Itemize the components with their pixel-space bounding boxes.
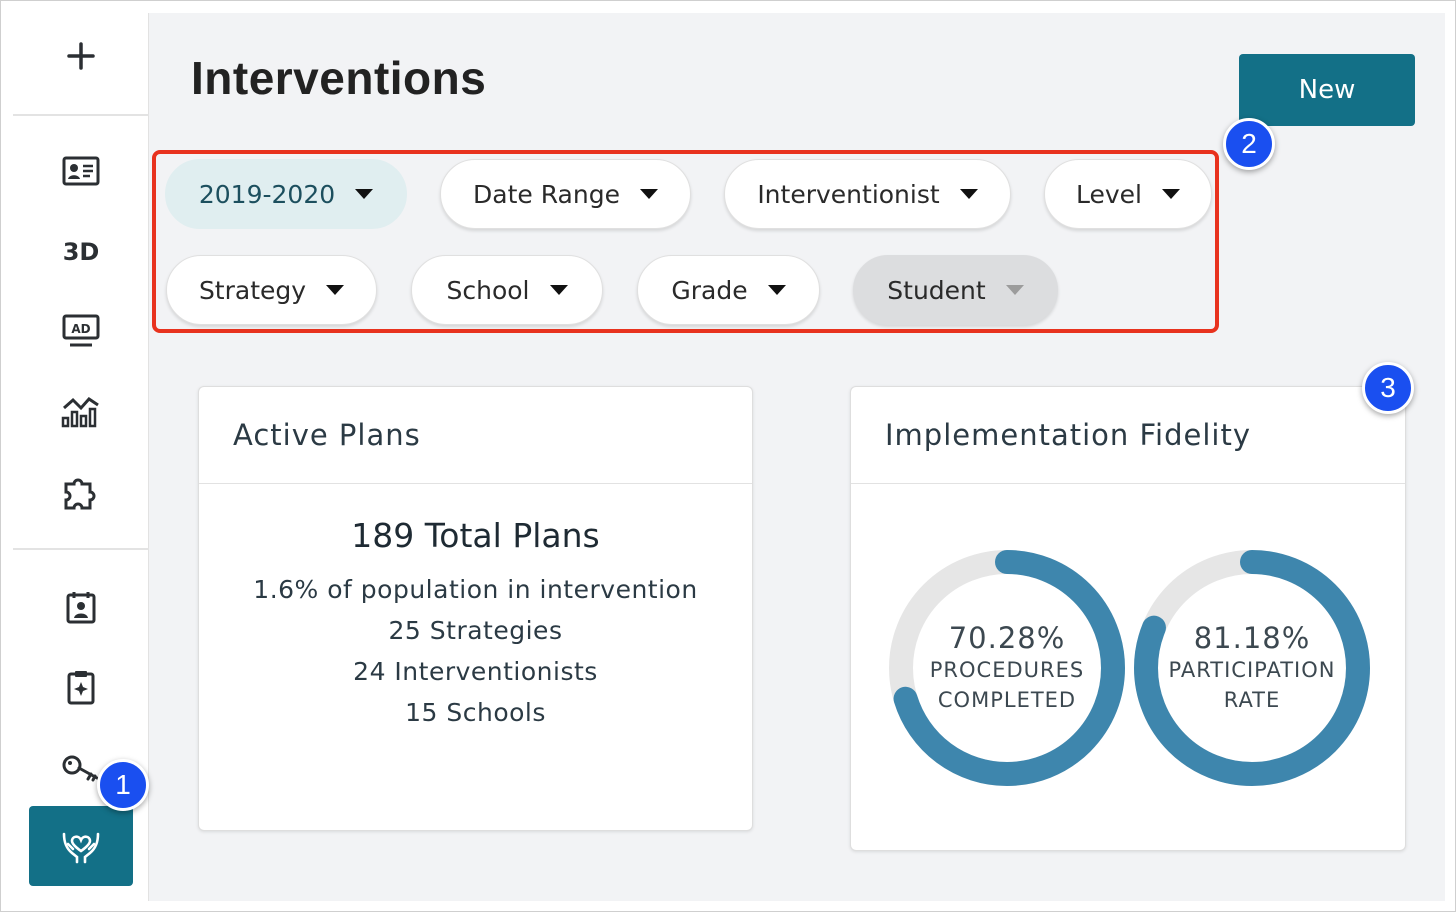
filter-label: Interventionist — [757, 179, 940, 209]
implementation-fidelity-card: Implementation Fidelity 70.28% PROCEDURE… — [850, 386, 1406, 851]
id-card-icon[interactable] — [13, 143, 149, 199]
gauge-percent: 70.28% — [948, 621, 1066, 655]
caret-down-icon — [326, 285, 345, 295]
clipboard-sparkle-icon[interactable] — [13, 659, 149, 715]
gauge-caption: PROCEDURES — [929, 658, 1085, 682]
active-plans-body: 189 Total Plans 1.6% of population in in… — [199, 516, 752, 727]
filter-level[interactable]: Level — [1044, 159, 1212, 229]
filter-label: Date Range — [473, 179, 620, 209]
new-button[interactable]: New — [1239, 54, 1415, 126]
plus-icon[interactable] — [13, 28, 149, 84]
filter-strategy[interactable]: Strategy — [166, 255, 377, 325]
sidebar-divider — [13, 114, 149, 116]
gauge-label: 81.18% PARTICIPATION RATE — [1132, 548, 1372, 788]
sidebar-3d-label: 3D — [62, 238, 100, 266]
gauge-caption: RATE — [1223, 688, 1281, 712]
gauge-caption: COMPLETED — [937, 688, 1077, 712]
caret-down-icon — [1162, 189, 1180, 199]
page-title: Interventions — [191, 52, 487, 104]
filter-interventionist[interactable]: Interventionist — [724, 159, 1011, 229]
analytics-chart-icon[interactable] — [13, 383, 149, 439]
caret-down-icon — [767, 285, 786, 295]
procedures-gauge: 70.28% PROCEDURES COMPLETED — [887, 548, 1127, 788]
filter-label: Level — [1076, 179, 1142, 209]
gauge-percent: 81.18% — [1193, 621, 1311, 655]
plans-stat: 25 Strategies — [388, 616, 563, 645]
filter-label: School — [446, 275, 530, 305]
filter-label: Student — [887, 275, 986, 305]
filter-school[interactable]: School — [411, 255, 603, 325]
caret-down-icon — [1005, 285, 1024, 295]
filter-label: Grade — [671, 275, 748, 305]
callout-badge-3: 3 — [1362, 362, 1414, 414]
plans-stat: 15 Schools — [405, 698, 546, 727]
calendar-student-icon[interactable] — [13, 579, 149, 635]
plans-stat: 1.6% of population in intervention — [253, 575, 698, 604]
callout-badge-2: 2 — [1223, 118, 1275, 170]
filter-date-range[interactable]: Date Range — [440, 159, 691, 229]
filter-label: Strategy — [198, 275, 307, 305]
card-title: Implementation Fidelity — [851, 387, 1405, 484]
puzzle-icon[interactable] — [13, 464, 149, 520]
filter-year[interactable]: 2019-2020 — [165, 159, 407, 229]
gauge-label: 70.28% PROCEDURES COMPLETED — [887, 548, 1127, 788]
plans-stat: 24 Interventionists — [353, 657, 598, 686]
filter-student: Student — [853, 255, 1058, 325]
caret-down-icon — [959, 189, 978, 199]
caret-down-icon — [549, 285, 568, 295]
callout-badge-1: 1 — [97, 759, 149, 811]
heart-hands-icon[interactable] — [29, 806, 133, 886]
caret-down-icon — [639, 189, 658, 199]
card-title: Active Plans — [199, 387, 752, 484]
svg-text:AD: AD — [71, 322, 90, 336]
sidebar-divider — [13, 548, 149, 550]
caret-down-icon — [355, 189, 374, 199]
active-plans-card: Active Plans 189 Total Plans 1.6% of pop… — [198, 386, 753, 831]
gauge-caption: PARTICIPATION — [1168, 658, 1336, 682]
3d-icon[interactable]: 3D — [13, 224, 149, 280]
participation-gauge: 81.18% PARTICIPATION RATE — [1132, 548, 1372, 788]
app-frame: 3D AD Interventions New 2019-2020 Date R… — [0, 0, 1456, 912]
ad-monitor-icon[interactable]: AD — [13, 303, 149, 359]
total-plans: 189 Total Plans — [351, 516, 600, 555]
filter-grade[interactable]: Grade — [637, 255, 820, 325]
filter-label: 2019-2020 — [198, 179, 336, 209]
